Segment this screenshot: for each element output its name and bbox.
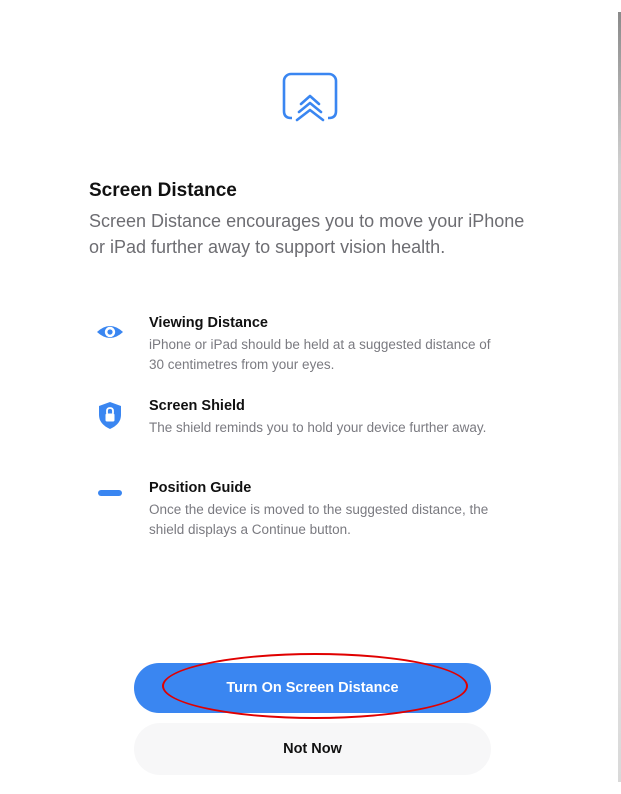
feature-text: iPhone or iPad should be held at a sugge… — [149, 337, 491, 372]
page-description: Screen Distance encourages you to move y… — [89, 211, 525, 257]
not-now-button[interactable]: Not Now — [134, 723, 491, 775]
feature-title: Screen Shield — [149, 398, 245, 414]
eye-icon — [97, 326, 123, 338]
shield-lock-icon — [99, 402, 121, 429]
screen-distance-sheet: Screen Distance Screen Distance encourag… — [0, 0, 621, 794]
feature-text: The shield reminds you to hold your devi… — [149, 420, 487, 435]
turn-on-screen-distance-button[interactable]: Turn On Screen Distance — [134, 663, 491, 713]
feature-title: Position Guide — [149, 480, 252, 496]
feature-text: Once the device is moved to the suggeste… — [149, 502, 489, 537]
position-bar-icon — [98, 490, 122, 496]
page-title: Screen Distance — [89, 180, 237, 201]
feature-title: Viewing Distance — [149, 315, 268, 331]
screen-distance-icon — [278, 72, 342, 132]
